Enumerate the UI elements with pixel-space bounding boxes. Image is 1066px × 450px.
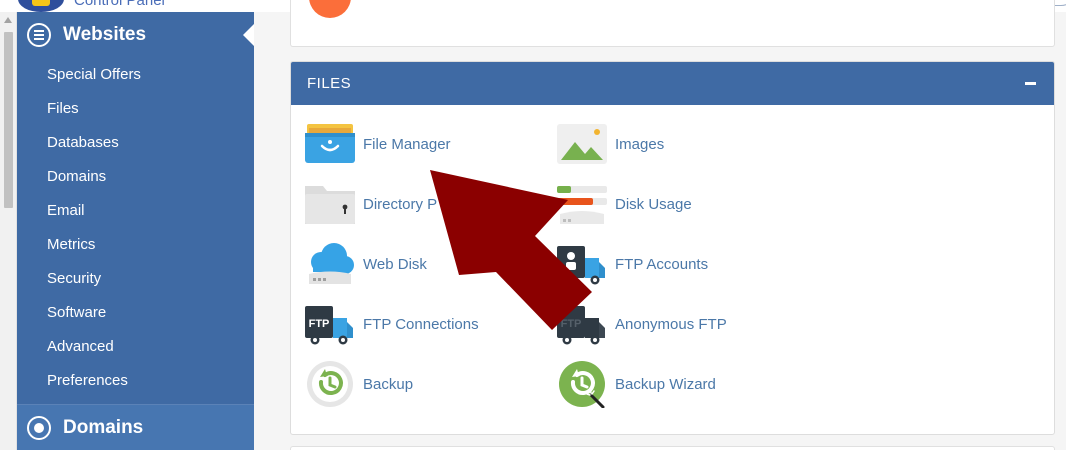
ftp-text: FTP xyxy=(309,318,330,330)
app-label[interactable]: Backup xyxy=(363,376,413,393)
globe-icon xyxy=(27,416,51,440)
anonymous-ftp-icon: FTP xyxy=(557,300,607,348)
file-manager-icon xyxy=(305,120,355,168)
app-web-disk[interactable]: Web Disk xyxy=(305,240,427,288)
app-label[interactable]: FTP Accounts xyxy=(615,256,708,273)
sidebar-item-software[interactable]: Software xyxy=(17,296,254,330)
sidebar-item-databases[interactable]: Databases xyxy=(17,126,254,160)
web-disk-icon xyxy=(305,240,355,288)
app-label[interactable]: Directory P xyxy=(363,196,437,213)
disk-usage-icon xyxy=(557,180,607,228)
files-panel: FILES File Manager Images Directory P Di… xyxy=(290,61,1055,435)
cpanel-window: Control Panel Websites Special Offers Fi… xyxy=(0,0,1066,450)
ftp-text: FTP xyxy=(561,318,582,330)
directory-privacy-icon xyxy=(305,180,355,228)
previous-panel xyxy=(290,0,1055,47)
sidebar-item-advanced[interactable]: Advanced xyxy=(17,330,254,364)
sidebar-item-files[interactable]: Files xyxy=(17,92,254,126)
ftp-connections-icon: FTP xyxy=(305,300,355,348)
app-images[interactable]: Images xyxy=(557,120,664,168)
brand-text: Control Panel xyxy=(74,0,165,9)
ftp-accounts-icon xyxy=(557,240,607,288)
scroll-up-arrow-icon[interactable] xyxy=(4,17,12,23)
sidebar-group-title: Websites xyxy=(63,24,147,45)
app-file-manager[interactable]: File Manager xyxy=(305,120,451,168)
cpanel-logo-icon[interactable] xyxy=(18,0,64,12)
backup-icon xyxy=(305,360,355,408)
sidebar-item-email[interactable]: Email xyxy=(17,194,254,228)
files-panel-header[interactable]: FILES xyxy=(291,62,1054,105)
sidebar-item-preferences[interactable]: Preferences xyxy=(17,364,254,398)
app-label[interactable]: Web Disk xyxy=(363,256,427,273)
app-label[interactable]: Anonymous FTP xyxy=(615,316,727,333)
sidebar-item-domains[interactable]: Domains xyxy=(17,160,254,194)
app-disk-usage[interactable]: Disk Usage xyxy=(557,180,692,228)
backup-wizard-icon xyxy=(557,360,607,409)
server-list-icon xyxy=(27,23,51,47)
sidebar-item-special-offers[interactable]: Special Offers xyxy=(17,58,254,92)
active-indicator-icon xyxy=(243,24,254,46)
app-ftp-accounts[interactable]: FTP Accounts xyxy=(557,240,708,288)
app-anonymous-ftp[interactable]: FTP Anonymous FTP xyxy=(557,300,727,348)
sidebar-group-domains[interactable]: Domains xyxy=(17,405,254,450)
sidebar-list: Special Offers Files Databases Domains E… xyxy=(17,58,254,398)
app-directory-privacy[interactable]: Directory P xyxy=(305,180,437,228)
app-ftp-connections[interactable]: FTP FTP Connections xyxy=(305,300,479,348)
scrollbar-thumb[interactable] xyxy=(4,32,13,208)
app-label[interactable]: Disk Usage xyxy=(615,196,692,213)
panel-title: FILES xyxy=(307,75,352,92)
app-label[interactable]: Images xyxy=(615,136,664,153)
images-icon xyxy=(557,120,607,168)
app-backup-wizard[interactable]: Backup Wizard xyxy=(557,360,716,409)
sidebar-item-metrics[interactable]: Metrics xyxy=(17,228,254,262)
next-panel xyxy=(290,446,1055,450)
app-label[interactable]: FTP Connections xyxy=(363,316,479,333)
sidebar-item-security[interactable]: Security xyxy=(17,262,254,296)
sidebar-group-websites[interactable]: Websites xyxy=(17,12,254,58)
orange-app-icon[interactable] xyxy=(309,0,351,18)
app-label[interactable]: File Manager xyxy=(363,136,451,153)
app-label[interactable]: Backup Wizard xyxy=(615,376,716,393)
collapse-minus-icon[interactable] xyxy=(1022,76,1038,92)
sidebar: Websites Special Offers Files Databases … xyxy=(17,12,254,450)
page-scrollbar[interactable] xyxy=(0,12,17,450)
app-backup[interactable]: Backup xyxy=(305,360,413,408)
sidebar-group-domains-title: Domains xyxy=(63,417,144,438)
